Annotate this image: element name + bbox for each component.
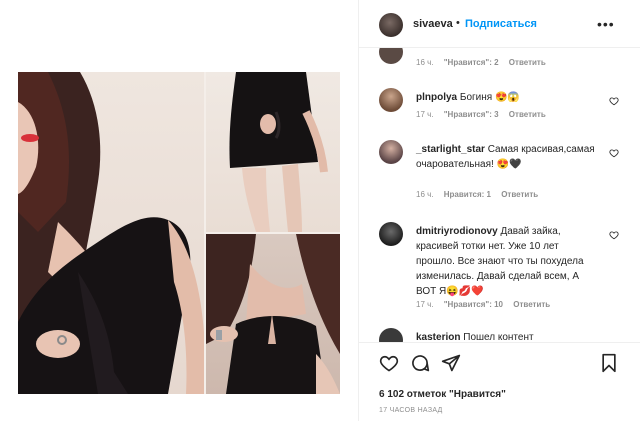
follow-button[interactable]: Подписаться	[465, 18, 537, 30]
comment-reply-button[interactable]: Ответить	[509, 58, 546, 67]
post-media-area	[0, 0, 358, 421]
bookmark-icon[interactable]	[599, 353, 619, 373]
post-photo-collage[interactable]	[18, 72, 340, 394]
comment-text: dmitriyrodionovy Давай зайка, красивей т…	[416, 224, 600, 299]
likes-count[interactable]: 6 102 отметок "Нравится"	[379, 389, 506, 400]
comment-avatar[interactable]	[379, 328, 403, 342]
comment-time: 17 ч.	[416, 110, 434, 119]
comment-like-heart-icon[interactable]	[609, 96, 619, 106]
post-timestamp: 17 часов назад	[379, 407, 443, 414]
comment-time: 16 ч.	[416, 190, 434, 199]
comment-reply-button[interactable]: Ответить	[501, 190, 538, 199]
comments-list[interactable]: 16 ч. "Нравится": 2 Ответить plnpolya Бо…	[359, 48, 640, 342]
comment-reply-button[interactable]: Ответить	[513, 300, 550, 309]
photo-closeup	[206, 234, 340, 394]
comment-likes[interactable]: "Нравится": 10	[444, 300, 503, 309]
paper-plane-icon[interactable]	[441, 353, 461, 373]
comment-meta: 16 ч. "Нравится": 2 Ответить	[416, 58, 554, 67]
comment-text: plnpolya Богиня 😍😱	[416, 90, 600, 105]
comment-like-heart-icon[interactable]	[609, 230, 619, 240]
comment-message: Богиня 😍😱	[459, 92, 520, 103]
comment-avatar[interactable]	[379, 222, 403, 246]
comment-likes[interactable]: "Нравится": 3	[444, 110, 499, 119]
comment-likes[interactable]: "Нравится": 2	[444, 58, 499, 67]
comment-avatar[interactable]	[379, 48, 403, 64]
author-username[interactable]: sivaeva	[413, 18, 453, 30]
comment-text: kasterion Пошел контент	[416, 330, 600, 342]
photo-panel-top-right	[206, 72, 340, 232]
comment-reply-button[interactable]: Ответить	[509, 110, 546, 119]
comment-avatar[interactable]	[379, 140, 403, 164]
comment-like-heart-icon[interactable]	[609, 148, 619, 158]
more-options-icon[interactable]: •••	[597, 16, 615, 32]
comment-meta: 17 ч. "Нравится": 10 Ответить	[416, 300, 558, 309]
comment-icon[interactable]	[410, 353, 430, 373]
comment-meta: 17 ч. "Нравится": 3 Ответить	[416, 110, 554, 119]
photo-dress-legs	[229, 72, 328, 232]
comment-message: Пошел контент	[463, 332, 534, 342]
header-separator-dot: •	[456, 17, 460, 29]
comment-time: 16 ч.	[416, 58, 434, 67]
comment-username[interactable]: plnpolya	[416, 92, 457, 103]
comment-avatar[interactable]	[379, 88, 403, 112]
comment-username[interactable]: _starlight_star	[416, 144, 485, 155]
comment-username[interactable]: dmitriyrodionovy	[416, 226, 498, 237]
comment-text: _starlight_star Самая красивая,самая оча…	[416, 142, 600, 172]
author-avatar[interactable]	[379, 13, 403, 37]
post-sidebar: sivaeva • Подписаться ••• 16 ч. "Нравитс…	[358, 0, 640, 421]
post-header: sivaeva • Подписаться •••	[359, 0, 640, 48]
comment-meta: 16 ч. Нравится: 1 Ответить	[416, 190, 546, 199]
photo-woman-black-dress	[18, 72, 204, 394]
heart-icon[interactable]	[379, 353, 399, 373]
photo-panel-bottom-right	[206, 234, 340, 394]
photo-panel-left	[18, 72, 204, 394]
comment-username[interactable]: kasterion	[416, 332, 460, 342]
post-actions-bar: 6 102 отметок "Нравится" 17 часов назад	[359, 342, 640, 421]
comment-time: 17 ч.	[416, 300, 434, 309]
comment-likes[interactable]: Нравится: 1	[444, 190, 491, 199]
